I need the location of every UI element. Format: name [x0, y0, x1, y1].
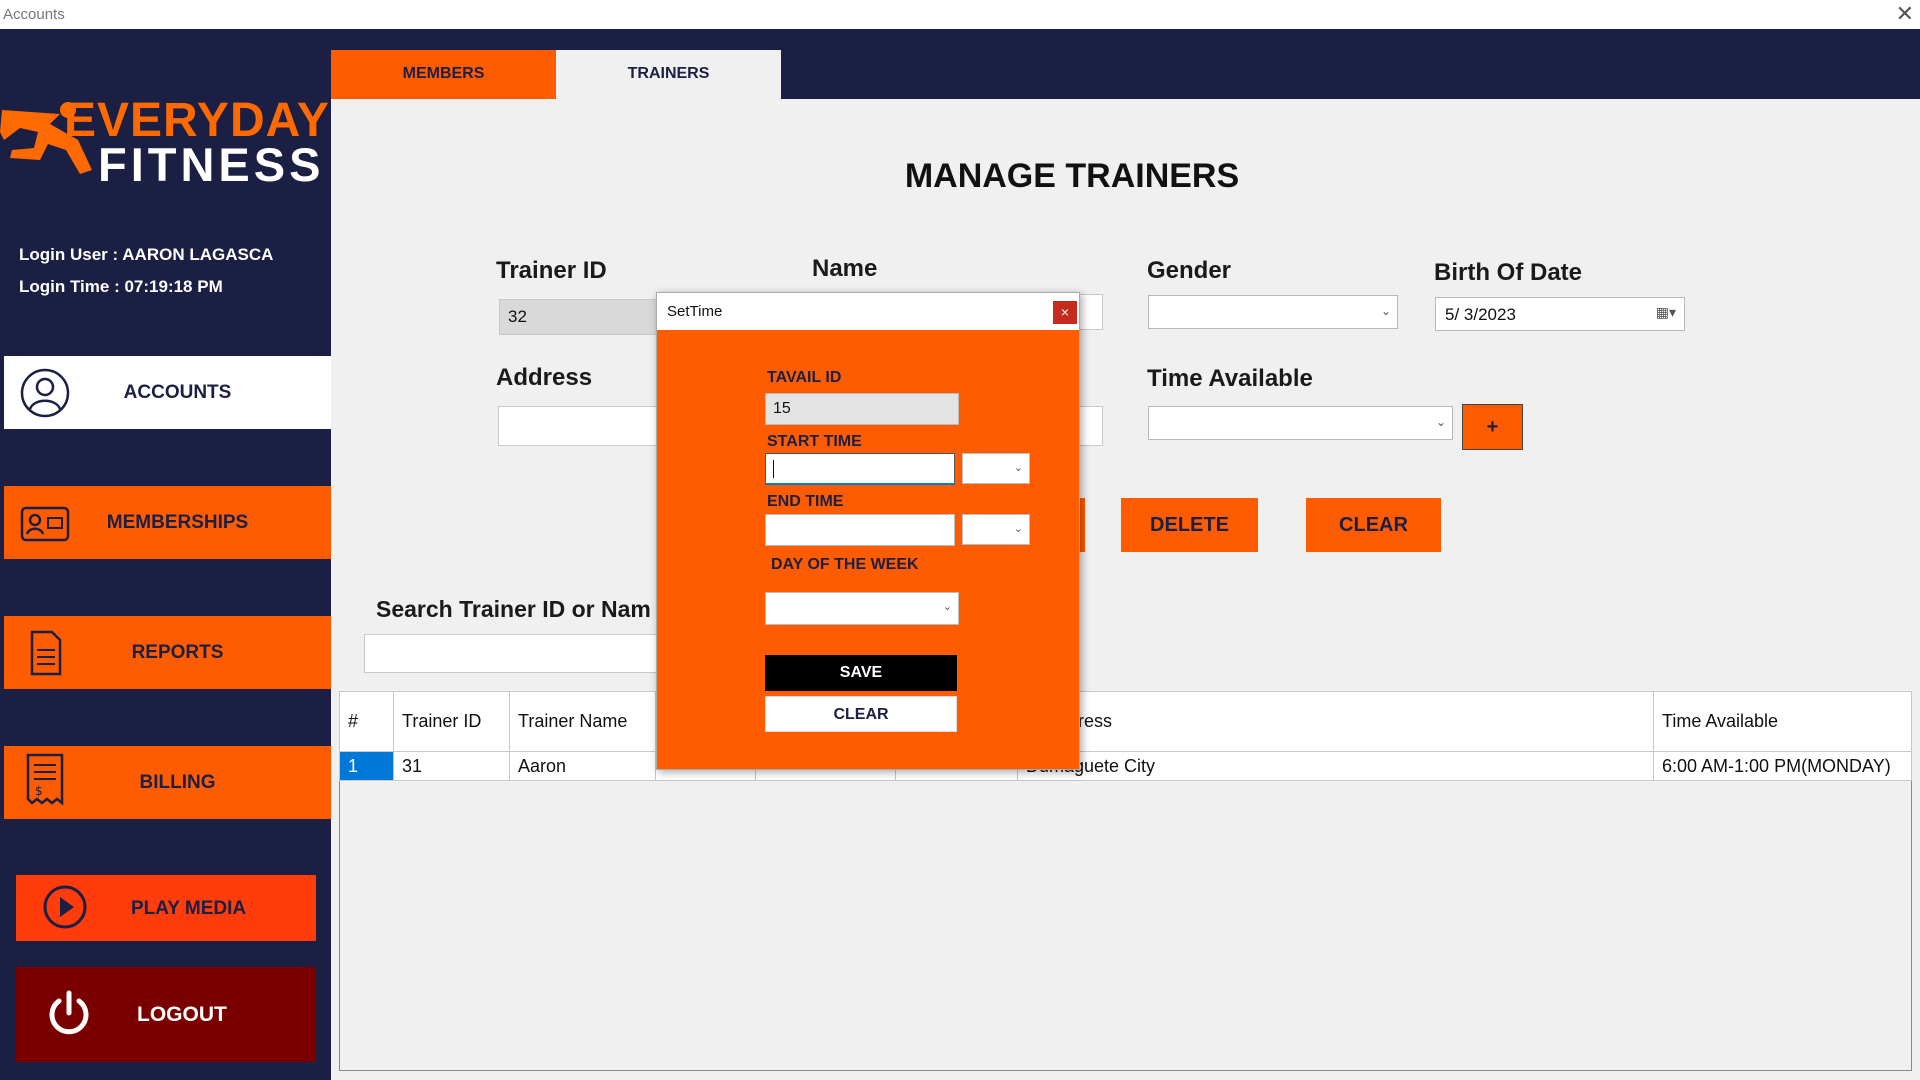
- dialog-titlebar: SetTime ×: [657, 293, 1079, 330]
- tab-trainers[interactable]: TRAINERS: [556, 50, 781, 99]
- play-icon: [43, 885, 87, 929]
- start-time-input[interactable]: [765, 453, 955, 485]
- window-title: Accounts: [3, 6, 65, 23]
- trainers-table: # Trainer ID Trainer Name er Address Tim…: [339, 691, 1912, 781]
- main-panel: MANAGE TRAINERS Trainer ID 32 Name Gende…: [331, 99, 1920, 1080]
- window-titlebar: Accounts ✕: [0, 0, 1920, 29]
- sidebar-item-label: MEMBERSHIPS: [106, 512, 249, 533]
- search-label: Search Trainer ID or Nam: [376, 596, 651, 622]
- tavail-id-field[interactable]: 15: [765, 393, 959, 425]
- time-available-select[interactable]: ⌄: [1148, 406, 1453, 440]
- name-label: Name: [812, 255, 878, 282]
- login-time: Login Time : 07:19:18 PM: [19, 277, 223, 296]
- add-time-button[interactable]: +: [1462, 404, 1523, 450]
- start-ampm-select[interactable]: ⌄: [962, 453, 1030, 484]
- chevron-down-icon: ⌄: [1435, 415, 1446, 429]
- power-icon: [49, 990, 89, 1035]
- chevron-down-icon: ⌄: [1013, 462, 1023, 474]
- table-row[interactable]: 1 31 Aaron Dumaguete City 6:00 AM-1:00 P…: [339, 751, 1912, 781]
- day-of-week-select[interactable]: ⌄: [765, 592, 959, 625]
- delete-button[interactable]: DELETE: [1121, 498, 1258, 552]
- chevron-down-icon: ⌄: [942, 601, 952, 613]
- birth-date-picker[interactable]: 5/ 3/2023 ▦▾: [1435, 297, 1685, 331]
- logout-label: LOGOUT: [137, 1003, 227, 1026]
- logout-button[interactable]: LOGOUT: [16, 967, 316, 1062]
- gender-select[interactable]: ⌄: [1148, 295, 1398, 329]
- dialog-close-icon[interactable]: ×: [1053, 301, 1077, 324]
- sidebar-item-label: ACCOUNTS: [123, 382, 232, 403]
- table-cell[interactable]: 6:00 AM-1:00 PM(MONDAY): [1653, 751, 1912, 781]
- column-header[interactable]: Trainer Name: [509, 691, 656, 752]
- tavail-id-label: TAVAIL ID: [767, 369, 842, 386]
- settime-dialog: SetTime × TAVAIL ID 15 START TIME ⌄ END …: [656, 292, 1080, 770]
- page-title: MANAGE TRAINERS: [904, 157, 1240, 195]
- search-input[interactable]: [364, 634, 664, 673]
- start-time-label: START TIME: [767, 433, 862, 450]
- day-of-week-label: DAY OF THE WEEK: [771, 556, 919, 573]
- sidebar-item-label: REPORTS: [131, 642, 224, 663]
- tab-members[interactable]: MEMBERS: [331, 50, 556, 99]
- dialog-clear-button[interactable]: CLEAR: [765, 696, 957, 732]
- sidebar-item-accounts[interactable]: ACCOUNTS: [4, 356, 331, 429]
- window-close-icon[interactable]: ✕: [1896, 1, 1914, 27]
- table-cell[interactable]: Aaron: [509, 751, 656, 781]
- time-available-label: Time Available: [1147, 365, 1313, 392]
- table-cell[interactable]: 31: [393, 751, 510, 781]
- logo: EVERYDAY FITNESS: [0, 67, 331, 191]
- table-cell[interactable]: Dumaguete City: [1017, 751, 1654, 781]
- tab-bar: MEMBERS TRAINERS: [331, 29, 1920, 99]
- sidebar-item-reports[interactable]: REPORTS: [4, 616, 331, 689]
- birth-date-label: Birth Of Date: [1434, 259, 1583, 286]
- end-ampm-select[interactable]: ⌄: [962, 514, 1030, 545]
- birth-date-value: 5/ 3/2023: [1445, 305, 1516, 324]
- chevron-down-icon: ⌄: [1013, 523, 1023, 535]
- sidebar: EVERYDAY FITNESS Login User : AARON LAGA…: [0, 29, 331, 1080]
- end-time-label: END TIME: [767, 493, 844, 510]
- column-header[interactable]: Trainer ID: [393, 691, 510, 752]
- chevron-down-icon: ⌄: [1380, 304, 1391, 318]
- column-header[interactable]: er Address: [1017, 691, 1654, 752]
- sidebar-item-memberships[interactable]: MEMBERSHIPS: [4, 486, 331, 559]
- gender-label: Gender: [1147, 257, 1232, 284]
- dialog-title: SetTime: [667, 303, 723, 320]
- sidebar-item-billing[interactable]: $ BILLING: [4, 746, 331, 819]
- table-cell[interactable]: 1: [339, 751, 394, 781]
- logo-line2: FITNESS: [98, 138, 325, 191]
- play-media-button[interactable]: PLAY MEDIA: [16, 875, 316, 941]
- address-label: Address: [496, 364, 593, 391]
- column-header[interactable]: #: [339, 691, 394, 752]
- dialog-save-button[interactable]: SAVE: [765, 655, 957, 691]
- sidebar-item-label: BILLING: [139, 772, 216, 793]
- end-time-input[interactable]: [765, 514, 955, 546]
- calendar-icon[interactable]: ▦▾: [1656, 304, 1676, 321]
- login-user: Login User : AARON LAGASCA: [19, 245, 274, 264]
- clear-button[interactable]: CLEAR: [1306, 498, 1441, 552]
- column-header[interactable]: Time Available: [1653, 691, 1912, 752]
- text-cursor: [773, 460, 774, 478]
- table-header-row: # Trainer ID Trainer Name er Address Tim…: [339, 691, 1912, 752]
- trainer-id-label: Trainer ID: [496, 257, 607, 284]
- play-media-label: PLAY MEDIA: [131, 898, 247, 919]
